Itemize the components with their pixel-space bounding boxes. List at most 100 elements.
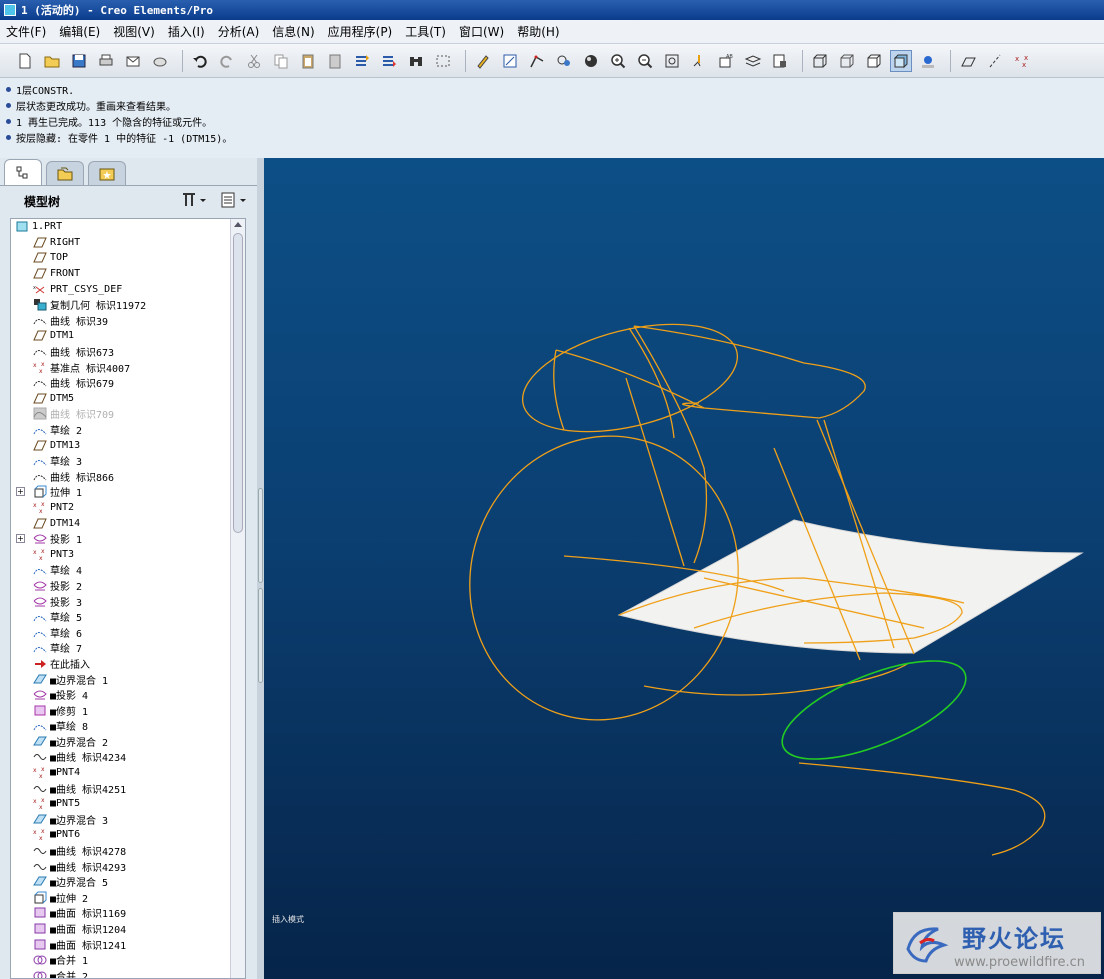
menu-tools[interactable]: 工具(T)	[405, 23, 446, 40]
tree-item[interactable]: ■合并 2	[11, 968, 231, 978]
find-button[interactable]	[405, 50, 427, 72]
tree-item[interactable]: TOP	[11, 250, 231, 266]
menu-analysis[interactable]: 分析(A)	[218, 23, 260, 40]
tree-item[interactable]: 复制几何 标识11972	[11, 297, 231, 313]
copy-button[interactable]	[270, 50, 292, 72]
tree-item[interactable]: ■曲面 标识1204	[11, 921, 231, 937]
cut-button[interactable]	[243, 50, 265, 72]
tree-item[interactable]: RIGHT	[11, 235, 231, 251]
datum-plane-display-button[interactable]	[957, 50, 979, 72]
print-button[interactable]	[95, 50, 117, 72]
send-mail-button[interactable]	[122, 50, 144, 72]
tree-item[interactable]: 曲线 标识679	[11, 375, 231, 391]
spin-button[interactable]	[688, 50, 710, 72]
menu-edit[interactable]: 编辑(E)	[59, 23, 100, 40]
tree-item[interactable]: ■曲线 标识4234	[11, 749, 231, 765]
graphics-viewport[interactable]: 插入模式	[264, 158, 1104, 979]
tree-item[interactable]: DTM1	[11, 328, 231, 344]
tab-folder-browser[interactable]	[46, 161, 84, 185]
no-hidden-button[interactable]	[863, 50, 885, 72]
tree-item[interactable]: 投影 3	[11, 593, 231, 609]
tree-item[interactable]: x x x 基准点 标识4007	[11, 359, 231, 375]
panel-splitter[interactable]	[257, 158, 264, 979]
tab-favorites[interactable]	[88, 161, 126, 185]
tree-item[interactable]: 草绘 2	[11, 422, 231, 438]
open-file-button[interactable]	[41, 50, 63, 72]
tree-item[interactable]: 在此插入	[11, 656, 231, 672]
tree-item[interactable]: 草绘 5	[11, 609, 231, 625]
tree-item[interactable]: ■曲面 标识1169	[11, 905, 231, 921]
undo-button[interactable]	[189, 50, 211, 72]
tree-item[interactable]: ■拉伸 2	[11, 890, 231, 906]
tree-item[interactable]: 曲线 标识673	[11, 344, 231, 360]
tree-item[interactable]: DTM13	[11, 437, 231, 453]
wireframe-button[interactable]	[809, 50, 831, 72]
datum-point-display-button[interactable]: xxx	[1011, 50, 1033, 72]
tree-item[interactable]: x x x ■PNT6	[11, 827, 231, 843]
paste-button[interactable]	[297, 50, 319, 72]
tree-item[interactable]: 草绘 4	[11, 562, 231, 578]
select-box-button[interactable]	[432, 50, 454, 72]
expand-icon[interactable]: +	[16, 534, 25, 544]
zoom-in-button[interactable]	[607, 50, 629, 72]
layers-button[interactable]	[742, 50, 764, 72]
tree-item[interactable]: DTM5	[11, 391, 231, 407]
tree-item[interactable]: 曲线 标识39	[11, 313, 231, 329]
tree-item[interactable]: ■边界混合 1	[11, 671, 231, 687]
refit-button[interactable]	[661, 50, 683, 72]
spin-center-button[interactable]	[499, 50, 521, 72]
view-manager-button[interactable]	[553, 50, 575, 72]
tree-item[interactable]: + 拉伸 1	[11, 484, 231, 500]
menu-help[interactable]: 帮助(H)	[517, 23, 559, 40]
tree-item[interactable]: ■边界混合 5	[11, 874, 231, 890]
tree-item[interactable]: DTM14	[11, 515, 231, 531]
splitter-grip[interactable]	[258, 588, 263, 683]
tree-item[interactable]: 草绘 3	[11, 453, 231, 469]
menu-insert[interactable]: 插入(I)	[168, 23, 205, 40]
tree-item[interactable]: x x x PNT3	[11, 546, 231, 562]
tree-item[interactable]: FRONT	[11, 266, 231, 282]
scroll-thumb[interactable]	[233, 233, 243, 533]
hidden-line-button[interactable]	[836, 50, 858, 72]
menu-view[interactable]: 视图(V)	[113, 23, 155, 40]
expand-icon[interactable]: +	[16, 487, 25, 497]
tree-item[interactable]: ■曲线 标识4251	[11, 780, 231, 796]
tree-item[interactable]: ■曲面 标识1241	[11, 936, 231, 952]
tree-item[interactable]: 投影 2	[11, 578, 231, 594]
tab-model-tree[interactable]	[4, 159, 42, 185]
tree-item[interactable]: x x x ■PNT4	[11, 765, 231, 781]
tree-item[interactable]: ■边界混合 2	[11, 734, 231, 750]
tree-item[interactable]: 曲线 标识709	[11, 406, 231, 422]
tree-item[interactable]: x PRT_CSYS_DEF	[11, 281, 231, 297]
tree-item[interactable]: 1.PRT	[11, 219, 231, 235]
model-tree[interactable]: 1.PRT RIGHT TOP FRONT x PRT_CSYS_DEF 复制几何 标识11…	[10, 218, 246, 979]
datum-axis-display-button[interactable]	[984, 50, 1006, 72]
tree-item[interactable]: ■修剪 1	[11, 702, 231, 718]
tree-item[interactable]: ■投影 4	[11, 687, 231, 703]
tree-item[interactable]: x x x PNT2	[11, 500, 231, 516]
repaint-button[interactable]	[472, 50, 494, 72]
tree-item[interactable]: ■边界混合 3	[11, 812, 231, 828]
scroll-up-icon[interactable]	[234, 222, 242, 227]
menu-info[interactable]: 信息(N)	[272, 23, 314, 40]
paste-special-button[interactable]	[324, 50, 346, 72]
menu-file[interactable]: 文件(F)	[6, 23, 46, 40]
tree-settings-button[interactable]	[180, 191, 210, 212]
enhanced-realism-button[interactable]	[917, 50, 939, 72]
orient-mode-button[interactable]	[526, 50, 548, 72]
tree-item[interactable]: 草绘 6	[11, 624, 231, 640]
tree-item[interactable]: 曲线 标识866	[11, 469, 231, 485]
appearance-button[interactable]	[580, 50, 602, 72]
menu-window[interactable]: 窗口(W)	[459, 23, 504, 40]
shading-button[interactable]	[890, 49, 912, 72]
splitter-grip[interactable]	[258, 488, 263, 583]
tree-show-button[interactable]	[220, 191, 250, 212]
redo-button[interactable]	[216, 50, 238, 72]
send-link-button[interactable]	[149, 50, 171, 72]
menu-applications[interactable]: 应用程序(P)	[328, 23, 393, 40]
tree-item[interactable]: ■曲线 标识4278	[11, 843, 231, 859]
tree-scrollbar[interactable]	[230, 219, 245, 978]
tree-item[interactable]: ■草绘 8	[11, 718, 231, 734]
new-file-button[interactable]	[14, 50, 36, 72]
tree-item[interactable]: ■合并 1	[11, 952, 231, 968]
